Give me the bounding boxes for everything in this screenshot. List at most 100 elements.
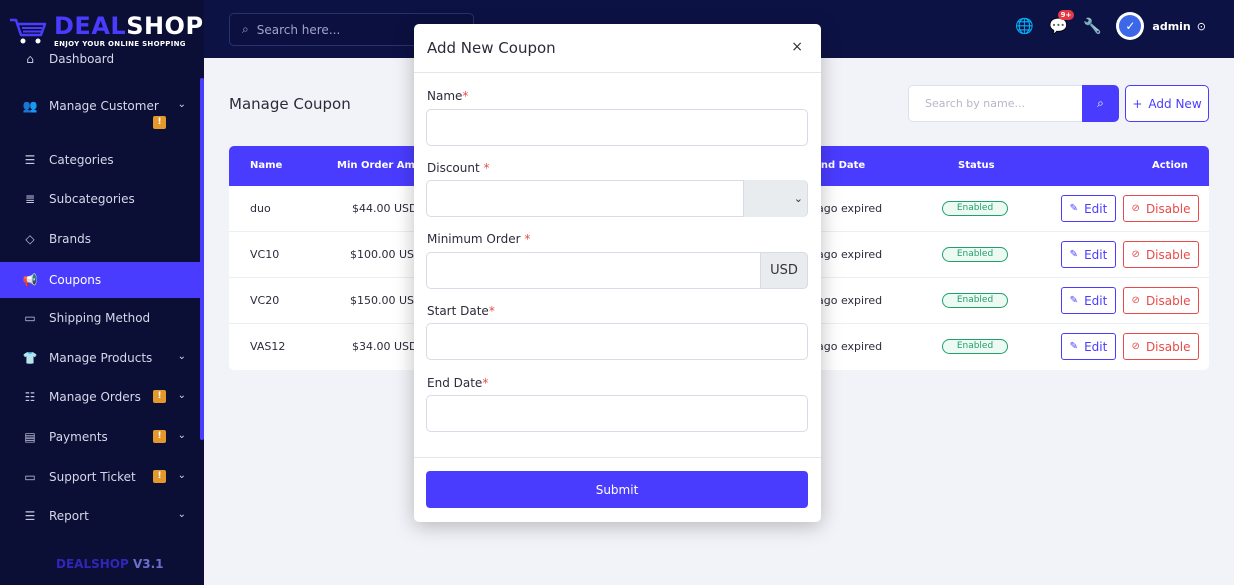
eye-off-icon: ⊘ — [1131, 203, 1140, 214]
chevron-down-icon: ⌄ — [177, 430, 186, 441]
start-date-field[interactable] — [426, 323, 808, 360]
chevron-down-icon: ⌄ — [177, 509, 186, 520]
tag-icon: ◇ — [25, 232, 35, 246]
edit-button[interactable]: ✎ Edit — [1061, 195, 1116, 222]
notification-icon[interactable]: 💬 9+ — [1048, 10, 1075, 36]
end-date-label: End Date* — [427, 376, 489, 390]
end-date-field[interactable] — [426, 395, 808, 432]
search-button[interactable]: ⌕ — [1082, 85, 1119, 122]
sidebar-item-categories[interactable]: ☰ Categories — [0, 142, 200, 178]
coupon-end-date: ago expired — [817, 202, 883, 215]
wrench-icon[interactable]: 🔧 — [1082, 16, 1102, 36]
submit-button[interactable]: Submit — [426, 471, 808, 508]
sidebar-item-dashboard[interactable]: ⌂ Dashboard — [0, 48, 200, 70]
chevron-down-icon: ⌄ — [177, 470, 186, 481]
sidebar-item-label: Payments — [49, 430, 108, 444]
close-icon[interactable]: × — [791, 39, 803, 55]
modal-header: Add New Coupon × — [414, 24, 821, 73]
coupon-name: VAS12 — [250, 340, 286, 353]
sidebar-item-payments[interactable]: ▤ Payments ! ⌄ — [0, 419, 200, 455]
sidebar-item-label: Manage Products — [49, 351, 153, 365]
coupon-name: duo — [250, 202, 271, 215]
sidebar-item-shipping-method[interactable]: ▭ Shipping Method — [0, 300, 200, 336]
user-name[interactable]: admin — [1152, 20, 1190, 33]
coupon-name: VC10 — [250, 248, 280, 261]
sidebar-item-label: Coupons — [49, 273, 102, 287]
sidebar-item-label: Brands — [49, 232, 91, 246]
pencil-icon: ✎ — [1069, 295, 1079, 306]
chevron-down-icon: ⌄ — [793, 192, 803, 205]
status-badge: Enabled — [942, 339, 1008, 354]
brand-tagline: ENJOY YOUR ONLINE SHOPPING — [54, 40, 186, 48]
shirt-icon: 👕 — [22, 351, 38, 365]
modal-title: Add New Coupon — [427, 39, 556, 57]
ticket-icon: ▭ — [24, 470, 36, 484]
name-label: Name* — [427, 89, 469, 103]
column-header-action: Action — [1152, 160, 1188, 171]
coupon-name: VC20 — [250, 294, 280, 307]
column-header-end-date: End Date — [814, 160, 866, 171]
add-new-button[interactable]: + Add New — [1125, 85, 1209, 122]
sidebar-item-manage-products[interactable]: 👕 Manage Products ⌄ — [0, 340, 200, 376]
edit-button[interactable]: ✎ Edit — [1061, 333, 1116, 360]
plus-icon: + — [1132, 96, 1143, 111]
eye-off-icon: ⊘ — [1131, 249, 1140, 260]
warning-icon: ! — [153, 430, 166, 443]
discount-type-select[interactable]: ⌄ — [743, 180, 807, 217]
column-header-status: Status — [958, 160, 995, 171]
warning-icon: ! — [153, 470, 166, 483]
add-coupon-modal: Add New Coupon × Name* Discount * ⌄ Mini… — [414, 24, 821, 522]
coupon-min-order: $100.00 USD — [350, 248, 423, 261]
sidebar-item-support-ticket[interactable]: ▭ Support Ticket ! ⌄ — [0, 459, 200, 495]
report-icon: ☰ — [24, 509, 36, 523]
min-order-label: Minimum Order * — [427, 232, 531, 246]
check-icon: ✓ — [1119, 15, 1142, 37]
eye-off-icon: ⊘ — [1131, 341, 1140, 352]
min-order-field[interactable] — [426, 252, 808, 289]
modal-divider — [414, 457, 821, 458]
sidebar-item-brands[interactable]: ◇ Brands — [0, 221, 200, 257]
currency-addon: USD — [760, 252, 808, 289]
payment-icon: ▤ — [24, 430, 36, 444]
disable-button[interactable]: ⊘ Disable — [1123, 241, 1199, 268]
sublist-icon: ≣ — [24, 192, 36, 206]
name-field[interactable] — [426, 109, 808, 146]
coupon-min-order: $150.00 USD — [350, 294, 423, 307]
sidebar-scrollbar[interactable] — [200, 78, 204, 440]
discount-label: Discount * — [427, 161, 490, 175]
sidebar-item-label: Manage Customer — [49, 99, 159, 113]
pencil-icon: ✎ — [1069, 341, 1079, 352]
status-badge: Enabled — [942, 201, 1008, 216]
sidebar-item-manage-customer[interactable]: 👥 Manage Customer ⌄ ! — [0, 88, 200, 129]
coupon-end-date: ago expired — [817, 294, 883, 307]
sidebar-item-label: Dashboard — [49, 52, 115, 66]
avatar[interactable]: ✓ — [1116, 12, 1145, 40]
pencil-icon: ✎ — [1069, 249, 1079, 260]
coupon-min-order: $44.00 USD — [352, 202, 418, 215]
list-icon: ☰ — [24, 153, 36, 167]
notification-badge: 9+ — [1057, 10, 1075, 20]
users-icon: 👥 — [22, 99, 38, 113]
page-title: Manage Coupon — [229, 95, 351, 113]
disable-button[interactable]: ⊘ Disable — [1123, 287, 1199, 314]
coupon-end-date: ago expired — [817, 340, 883, 353]
truck-icon: ▭ — [24, 311, 36, 325]
edit-button[interactable]: ✎ Edit — [1061, 287, 1116, 314]
edit-button[interactable]: ✎ Edit — [1061, 241, 1116, 268]
pencil-icon: ✎ — [1069, 203, 1079, 214]
sidebar-item-report[interactable]: ☰ Report ⌄ — [0, 498, 200, 534]
search-by-name-input[interactable]: Search by name... — [908, 85, 1082, 122]
globe-icon[interactable]: 🌐 — [1014, 16, 1034, 36]
sidebar-item-manage-orders[interactable]: ☷ Manage Orders ! ⌄ — [0, 379, 200, 415]
disable-button[interactable]: ⊘ Disable — [1123, 195, 1199, 222]
sidebar: DEALSHOP ENJOY YOUR ONLINE SHOPPING ⌂ Da… — [0, 0, 204, 585]
warning-icon: ! — [153, 116, 166, 129]
chevron-down-icon[interactable]: ⊙ — [1197, 20, 1206, 33]
sidebar-item-subcategories[interactable]: ≣ Subcategories — [0, 181, 200, 217]
sidebar-item-label: Manage Orders — [49, 390, 141, 404]
disable-button[interactable]: ⊘ Disable — [1123, 333, 1199, 360]
sidebar-item-coupons[interactable]: 📢 Coupons — [0, 262, 200, 298]
megaphone-icon: 📢 — [22, 273, 38, 287]
sidebar-item-label: Subcategories — [49, 192, 135, 206]
column-header-name: Name — [250, 160, 283, 171]
